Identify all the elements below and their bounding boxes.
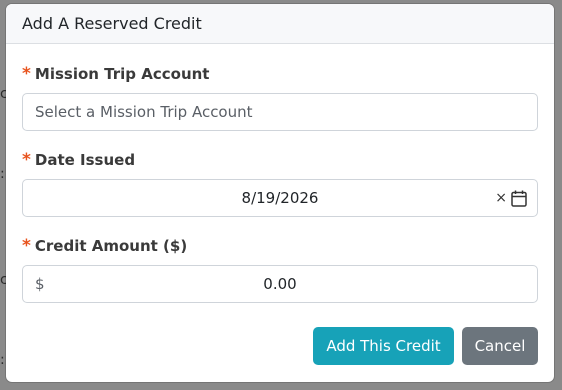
- amount-field-group: * Credit Amount ($) $ 0.00: [22, 236, 538, 303]
- asterisk-icon: *: [22, 149, 31, 170]
- calendar-icon[interactable]: [511, 190, 527, 207]
- account-label: * Mission Trip Account: [22, 64, 538, 84]
- account-select-placeholder: Select a Mission Trip Account: [35, 103, 253, 121]
- amount-label-text: Credit Amount ($): [34, 237, 188, 255]
- asterisk-icon: *: [22, 235, 31, 256]
- dialog-title: Add A Reserved Credit: [22, 14, 202, 33]
- clear-icon[interactable]: ×: [495, 189, 507, 207]
- account-select[interactable]: Select a Mission Trip Account: [22, 93, 538, 131]
- background-fragment: :: [0, 352, 5, 368]
- amount-label: * Credit Amount ($): [22, 236, 538, 256]
- date-label-text: Date Issued: [34, 151, 136, 169]
- account-label-text: Mission Trip Account: [34, 65, 210, 83]
- date-input[interactable]: 8/19/2026 ×: [22, 179, 538, 217]
- reserved-credit-dialog: Add A Reserved Credit * Mission Trip Acc…: [6, 4, 554, 382]
- cancel-button[interactable]: Cancel: [462, 327, 538, 365]
- date-label: * Date Issued: [22, 150, 538, 170]
- amount-input[interactable]: $ 0.00: [22, 265, 538, 303]
- date-field-group: * Date Issued 8/19/2026 ×: [22, 150, 538, 217]
- amount-input-value: 0.00: [263, 275, 297, 293]
- dialog-header: Add A Reserved Credit: [6, 4, 554, 44]
- asterisk-icon: *: [22, 63, 31, 84]
- add-credit-button[interactable]: Add This Credit: [313, 327, 454, 365]
- background-fragment: :: [0, 166, 5, 182]
- account-field-group: * Mission Trip Account Select a Mission …: [22, 64, 538, 131]
- date-input-value: 8/19/2026: [241, 189, 319, 207]
